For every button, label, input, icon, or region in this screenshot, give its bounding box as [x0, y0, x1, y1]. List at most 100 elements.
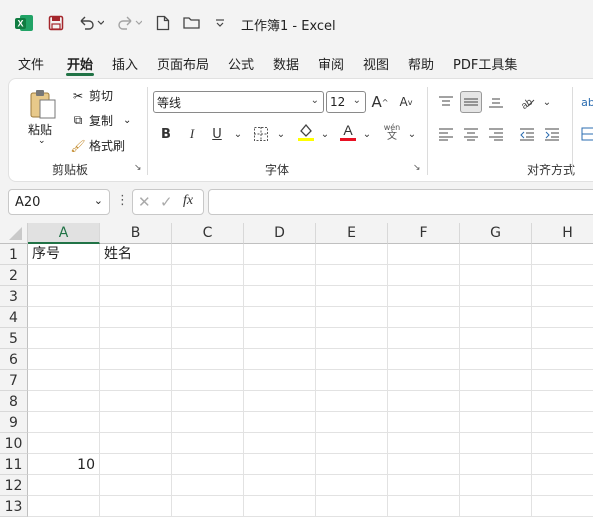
orientation-icon[interactable]: ab	[516, 91, 538, 113]
row-header-8[interactable]: 8	[0, 391, 28, 412]
cell-f9[interactable]	[388, 412, 460, 433]
cell-a5[interactable]	[28, 328, 100, 349]
cell-c12[interactable]	[172, 475, 244, 496]
cell-b3[interactable]	[100, 286, 172, 307]
cell-g11[interactable]	[460, 454, 532, 475]
column-header-a[interactable]: A	[28, 223, 100, 244]
paste-dropdown-icon[interactable]: ⌄	[38, 136, 46, 146]
align-right-icon[interactable]	[485, 123, 507, 145]
borders-icon[interactable]	[250, 123, 272, 145]
font-name-combo[interactable]: 等线 ⌄	[153, 91, 324, 113]
cell-e4[interactable]	[316, 307, 388, 328]
align-left-icon[interactable]	[435, 123, 457, 145]
cancel-icon[interactable]: ✕	[138, 193, 151, 211]
chevron-down-icon[interactable]: ⌄	[94, 194, 103, 207]
cell-e8[interactable]	[316, 391, 388, 412]
dialog-launcher-icon[interactable]: ↘	[134, 163, 142, 173]
cell-b2[interactable]	[100, 265, 172, 286]
column-header-h[interactable]: H	[532, 223, 593, 244]
cell-b11[interactable]	[100, 454, 172, 475]
cell-c3[interactable]	[172, 286, 244, 307]
cell-a4[interactable]	[28, 307, 100, 328]
column-header-b[interactable]: B	[100, 223, 172, 244]
column-header-e[interactable]: E	[316, 223, 388, 244]
chevron-down-icon[interactable]: ⌄	[536, 91, 558, 113]
align-middle-icon[interactable]	[460, 91, 482, 113]
redo-icon[interactable]	[114, 13, 144, 33]
cell-b8[interactable]	[100, 391, 172, 412]
cell-g9[interactable]	[460, 412, 532, 433]
cut-button[interactable]: ✂ 剪切	[69, 87, 113, 104]
cell-f13[interactable]	[388, 496, 460, 517]
cell-h3[interactable]	[532, 286, 593, 307]
cell-e1[interactable]	[316, 244, 388, 265]
bold-button[interactable]: B	[155, 123, 177, 145]
cell-h7[interactable]	[532, 370, 593, 391]
cell-d8[interactable]	[244, 391, 316, 412]
cell-b13[interactable]	[100, 496, 172, 517]
chevron-down-icon[interactable]: ⌄	[311, 95, 319, 106]
cell-f8[interactable]	[388, 391, 460, 412]
cell-a3[interactable]	[28, 286, 100, 307]
open-folder-icon[interactable]	[182, 13, 202, 33]
row-header-6[interactable]: 6	[0, 349, 28, 370]
cell-a12[interactable]	[28, 475, 100, 496]
italic-button[interactable]: I	[181, 123, 203, 145]
row-header-2[interactable]: 2	[0, 265, 28, 286]
column-header-d[interactable]: D	[244, 223, 316, 244]
tab-review[interactable]: 审阅	[318, 54, 344, 73]
tab-data[interactable]: 数据	[273, 54, 299, 73]
cell-a1[interactable]: 序号	[28, 244, 100, 265]
undo-icon[interactable]	[76, 13, 106, 33]
cell-a10[interactable]	[28, 433, 100, 454]
wrap-text-icon[interactable]: ab	[577, 91, 593, 113]
cell-h8[interactable]	[532, 391, 593, 412]
cell-f6[interactable]	[388, 349, 460, 370]
cell-e11[interactable]	[316, 454, 388, 475]
cell-g13[interactable]	[460, 496, 532, 517]
worksheet-grid[interactable]: A B C D E F G H 1 序号 姓名 2 3 4 5 6 7 8 9 10 11 10 12 13	[0, 223, 593, 526]
row-header-12[interactable]: 12	[0, 475, 28, 496]
chevron-down-icon[interactable]: ⌄	[356, 123, 378, 145]
cell-g6[interactable]	[460, 349, 532, 370]
cell-g12[interactable]	[460, 475, 532, 496]
cell-h2[interactable]	[532, 265, 593, 286]
chevron-down-icon[interactable]: ⌄	[353, 95, 361, 106]
tab-help[interactable]: 帮助	[408, 54, 434, 73]
cell-f10[interactable]	[388, 433, 460, 454]
row-header-10[interactable]: 10	[0, 433, 28, 454]
new-file-icon[interactable]	[154, 13, 172, 33]
cell-b5[interactable]	[100, 328, 172, 349]
formula-input[interactable]	[208, 189, 593, 215]
cell-e6[interactable]	[316, 349, 388, 370]
copy-button[interactable]: ⧉ 复制 ⌄	[69, 112, 132, 129]
cell-d2[interactable]	[244, 265, 316, 286]
cell-a7[interactable]	[28, 370, 100, 391]
cell-e9[interactable]	[316, 412, 388, 433]
cell-c13[interactable]	[172, 496, 244, 517]
column-header-g[interactable]: G	[460, 223, 532, 244]
increase-font-size-icon[interactable]: A ^	[369, 91, 391, 113]
cell-g5[interactable]	[460, 328, 532, 349]
cell-g10[interactable]	[460, 433, 532, 454]
tab-home[interactable]: 开始	[67, 54, 93, 73]
select-all-corner[interactable]	[0, 223, 28, 244]
save-icon[interactable]	[46, 13, 66, 33]
cell-f2[interactable]	[388, 265, 460, 286]
cell-c5[interactable]	[172, 328, 244, 349]
cell-d9[interactable]	[244, 412, 316, 433]
cell-h1[interactable]	[532, 244, 593, 265]
cell-e12[interactable]	[316, 475, 388, 496]
underline-button[interactable]: U	[206, 123, 228, 145]
column-header-f[interactable]: F	[388, 223, 460, 244]
cell-b1[interactable]: 姓名	[100, 244, 172, 265]
cell-g7[interactable]	[460, 370, 532, 391]
cell-f1[interactable]	[388, 244, 460, 265]
tab-page-layout[interactable]: 页面布局	[157, 54, 209, 73]
cell-d13[interactable]	[244, 496, 316, 517]
cell-c2[interactable]	[172, 265, 244, 286]
cell-c11[interactable]	[172, 454, 244, 475]
cell-c8[interactable]	[172, 391, 244, 412]
cell-b10[interactable]	[100, 433, 172, 454]
cell-e2[interactable]	[316, 265, 388, 286]
